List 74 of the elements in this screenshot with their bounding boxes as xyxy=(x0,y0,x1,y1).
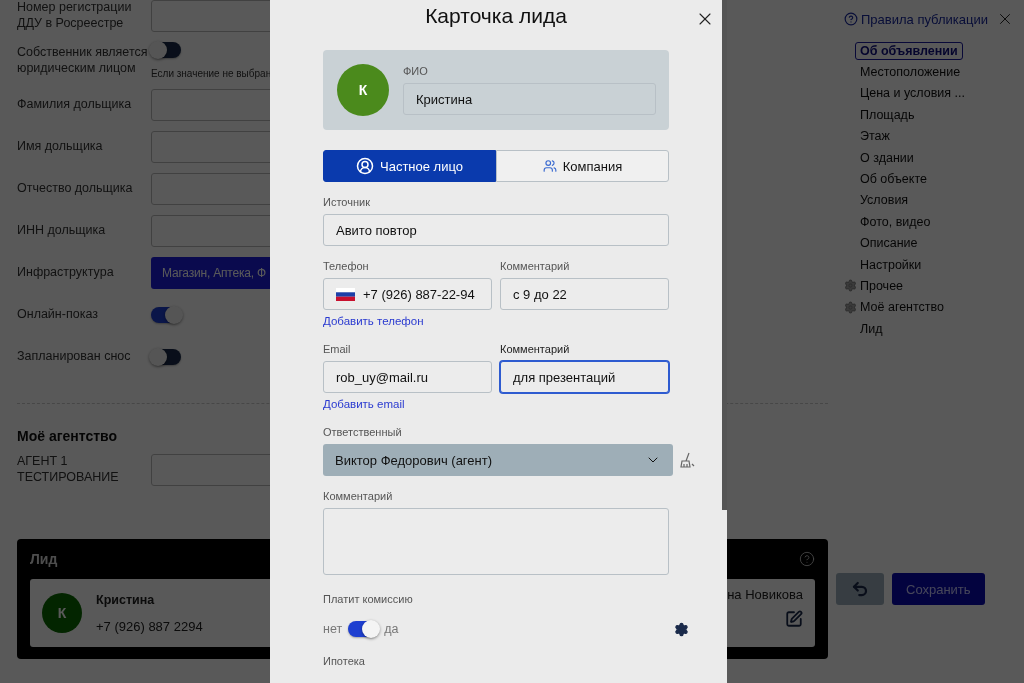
nav-item[interactable]: Об объявлении xyxy=(855,41,963,60)
lead-name: Кристина xyxy=(96,592,156,607)
responsible-select[interactable]: Виктор Федорович (агент) xyxy=(323,444,673,476)
avatar: К xyxy=(42,593,82,633)
commission-toggle[interactable] xyxy=(348,621,379,637)
nav-item[interactable]: Описание xyxy=(860,236,918,251)
field-label: Комментарий xyxy=(500,260,571,272)
field-label: Номер регистрации ДДУ в Росреестре xyxy=(17,0,133,32)
nav-item[interactable]: Лид xyxy=(860,321,883,336)
settings-icon xyxy=(843,279,857,293)
avatar: К xyxy=(337,64,389,116)
nav-item[interactable]: Моё агентство xyxy=(860,300,945,315)
toggle-label: да xyxy=(384,622,399,636)
nav-item[interactable]: Цена и условия ... xyxy=(860,86,965,101)
nav-item[interactable]: Настройки xyxy=(860,257,922,272)
comment-field[interactable]: с 9 до 22 xyxy=(500,278,669,310)
section-title: Моё агентство xyxy=(17,428,118,444)
broom-icon[interactable] xyxy=(679,452,695,468)
flag-icon xyxy=(336,287,355,301)
type-tab[interactable]: Компания xyxy=(496,150,669,182)
field-label: Фамилия дольщика xyxy=(17,97,133,113)
field-label: АГЕНТ 1 ТЕСТИРОВАНИЕ xyxy=(17,454,120,486)
nav-item[interactable]: Условия xyxy=(860,193,909,208)
field-label: Источник xyxy=(323,196,371,208)
lead-phone: +7 (926) 887 2294 xyxy=(96,618,203,634)
field-label: Комментарий xyxy=(500,343,571,355)
undo-icon xyxy=(851,580,869,598)
nav-item[interactable]: Местоположение xyxy=(860,65,961,80)
comment-textarea[interactable] xyxy=(323,508,669,575)
field-label: Ответственный xyxy=(323,426,403,438)
nav-item[interactable]: Этаж xyxy=(860,129,890,144)
type-tab[interactable]: Частное лицо xyxy=(323,150,496,182)
help-icon[interactable] xyxy=(799,551,815,567)
field-label: Ипотека xyxy=(323,655,366,667)
field-label: Email xyxy=(323,343,352,355)
save-button[interactable]: Сохранить xyxy=(892,573,985,605)
field-label: Инфраструктура xyxy=(17,265,115,281)
settings-icon[interactable] xyxy=(674,621,689,637)
nav-item[interactable]: О здании xyxy=(860,150,914,165)
nav-item[interactable]: Фото, видео xyxy=(860,214,931,229)
phone-field[interactable]: +7 (926) 887-22-94 xyxy=(323,278,492,310)
email-field[interactable]: rob_uy@mail.ru xyxy=(323,361,492,393)
undo-button[interactable] xyxy=(836,573,884,605)
nav-item[interactable]: Прочее xyxy=(860,279,904,293)
toggle-label: нет xyxy=(323,622,343,636)
settings-icon xyxy=(843,300,857,314)
add-link[interactable]: Добавить телефон xyxy=(323,315,424,327)
field-label: ФИО xyxy=(403,65,429,77)
field-label: Запланирован снос xyxy=(17,349,132,365)
field-label: Платит комиссию xyxy=(323,593,414,605)
person-icon xyxy=(356,157,374,175)
nav-item[interactable]: Об объекте xyxy=(860,172,927,187)
help-icon xyxy=(844,12,858,26)
field-label: Имя дольщика xyxy=(17,139,104,155)
field-label: ИНН дольщика xyxy=(17,223,107,239)
toggle-switch[interactable] xyxy=(151,42,181,58)
people-icon xyxy=(542,159,557,173)
dialog-title: Карточка лида xyxy=(424,4,568,28)
rules-link[interactable]: Правила публикации xyxy=(844,11,988,27)
name-field[interactable]: Кристина xyxy=(403,83,656,115)
field-label: Отчество дольщика xyxy=(17,181,134,197)
toggle-switch[interactable] xyxy=(151,307,181,323)
agent-name: на Новикова xyxy=(727,587,803,602)
field-label: Онлайн-показ xyxy=(17,307,99,323)
field-label: Собственник является юридическим лицом xyxy=(17,44,149,77)
source-field[interactable]: Авито повтор xyxy=(323,214,669,246)
panel-title: Лид xyxy=(30,551,58,567)
add-link[interactable]: Добавить email xyxy=(323,398,405,410)
comment-field[interactable]: для презентаций xyxy=(500,361,669,393)
field-label: Комментарий xyxy=(323,490,394,502)
toggle-switch[interactable] xyxy=(151,349,181,365)
edit-icon[interactable] xyxy=(785,610,803,628)
nav-item[interactable]: Площадь xyxy=(860,107,915,122)
field-label: Телефон xyxy=(323,260,370,272)
